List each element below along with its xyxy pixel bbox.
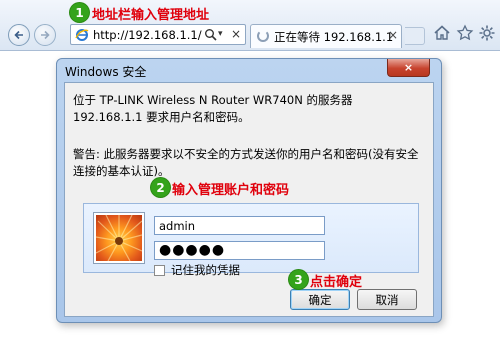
- ie-logo-icon: [75, 29, 89, 41]
- address-url[interactable]: http://192.168.1.1/: [93, 28, 202, 42]
- address-stop-icon[interactable]: ×: [231, 27, 241, 41]
- cancel-button[interactable]: 取消: [357, 289, 417, 310]
- tab-active[interactable]: 正在等待 192.168.1.1 ×: [250, 24, 402, 48]
- new-tab-button[interactable]: [405, 27, 425, 45]
- back-arrow-icon: [14, 30, 23, 40]
- tab-title: 正在等待 192.168.1.1: [274, 30, 394, 44]
- step-1-badge: 1: [70, 3, 89, 22]
- home-icon[interactable]: [433, 24, 451, 42]
- forward-arrow-icon: [41, 30, 50, 40]
- credential-panel: ●●●●● 记住我的凭据: [83, 203, 419, 277]
- remember-label: 记住我的凭据: [171, 263, 240, 277]
- favorites-star-icon[interactable]: [456, 24, 474, 42]
- close-icon: ×: [403, 61, 414, 74]
- ok-button[interactable]: 确定: [290, 289, 350, 310]
- step-3-label: 点击确定: [310, 275, 363, 290]
- remember-credentials[interactable]: 记住我的凭据: [154, 262, 240, 278]
- step-2-label: 输入管理账户和密码: [172, 183, 290, 198]
- password-input[interactable]: ●●●●●: [154, 241, 325, 260]
- tab-close-icon[interactable]: ×: [388, 28, 398, 42]
- address-dropdown-icon[interactable]: ▾: [218, 29, 223, 39]
- gear-icon[interactable]: [478, 24, 496, 42]
- step-3-badge: 3: [289, 270, 308, 289]
- loading-spinner-icon: [257, 30, 269, 42]
- address-bar[interactable]: http://192.168.1.1/ ▾ ×: [70, 24, 246, 45]
- username-input[interactable]: [154, 216, 325, 235]
- search-icon[interactable]: [204, 28, 217, 41]
- step-2-badge: 2: [151, 178, 170, 197]
- dialog-close-button[interactable]: ×: [387, 59, 430, 77]
- avatar: [94, 213, 144, 263]
- flower-avatar-icon: [96, 215, 142, 261]
- step-1-label: 地址栏输入管理地址: [92, 8, 210, 23]
- remember-checkbox[interactable]: [154, 264, 165, 276]
- dialog-body: 位于 TP-LINK Wireless N Router WR740N 的服务器…: [64, 82, 434, 317]
- back-button[interactable]: [8, 24, 30, 46]
- security-warning: 警告: 此服务器要求以不安全的方式发送你的用户名和密码(没有安全连接的基本认证)…: [73, 147, 419, 178]
- auth-message: 位于 TP-LINK Wireless N Router WR740N 的服务器…: [73, 93, 353, 124]
- dialog-title: Windows 安全: [65, 65, 147, 79]
- forward-button[interactable]: [34, 24, 56, 46]
